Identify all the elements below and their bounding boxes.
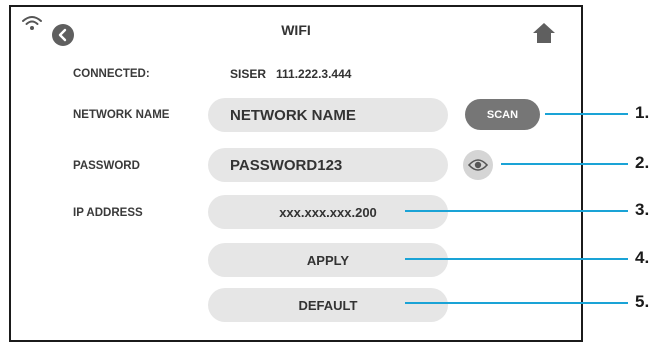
ip-address-value: xxx.xxx.xxx.200 (279, 204, 377, 220)
network-name-input[interactable]: NETWORK NAME (208, 98, 448, 132)
ip-address-input[interactable]: xxx.xxx.xxx.200 (208, 195, 448, 229)
callout-line-2 (501, 163, 628, 165)
scan-button[interactable]: SCAN (465, 99, 540, 130)
connected-value: SISER 111.222.3.444 (230, 67, 352, 81)
network-name-value: NETWORK NAME (230, 106, 356, 124)
callout-number-3: 3. (635, 200, 650, 219)
callout-number-4: 4. (635, 248, 650, 267)
callout-line-4 (405, 258, 628, 260)
eye-icon (468, 159, 488, 171)
apply-button[interactable]: APPLY (208, 243, 448, 277)
callout-line-1 (545, 113, 628, 115)
password-value: PASSWORD123 (230, 156, 343, 174)
callout-number-5: 5. (635, 292, 650, 311)
device-screen: WIFI CONNECTED: SISER 111.222.3.444 NETW… (9, 5, 583, 342)
show-password-toggle[interactable] (463, 150, 493, 180)
default-button[interactable]: DEFAULT (208, 288, 448, 322)
default-button-label: DEFAULT (298, 297, 358, 313)
callout-line-3 (405, 210, 628, 212)
home-button[interactable] (531, 21, 557, 45)
page-title: WIFI (281, 22, 311, 38)
callout-line-5 (405, 302, 628, 304)
ip-address-label: IP ADDRESS (73, 207, 143, 219)
password-input[interactable]: PASSWORD123 (208, 148, 448, 182)
apply-button-label: APPLY (306, 252, 350, 268)
connected-label: CONNECTED: (73, 68, 150, 80)
callout-number-1: 1. (635, 103, 650, 122)
password-label: PASSWORD (73, 160, 140, 172)
network-name-label: NETWORK NAME (73, 109, 170, 121)
callout-number-2: 2. (635, 153, 650, 172)
home-icon (533, 23, 555, 43)
